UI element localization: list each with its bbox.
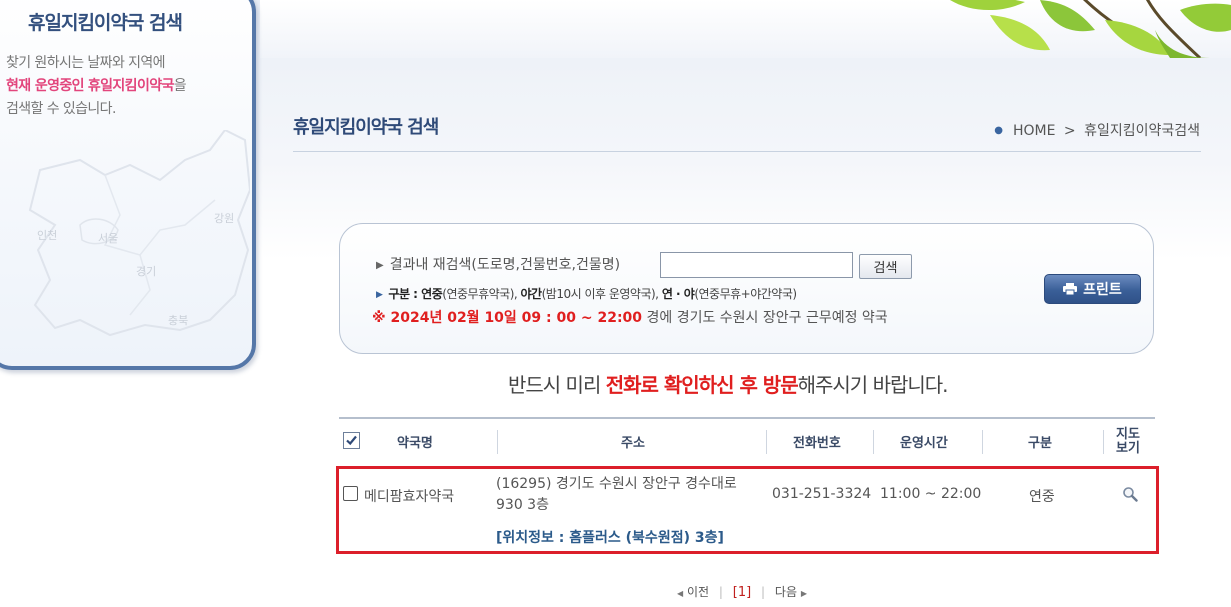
pharmacy-hours: 11:00 ~ 22:00 [880, 486, 982, 502]
table-row [336, 466, 1159, 554]
legend-yeonjung-desc: (연중무휴약국), [442, 287, 521, 301]
triangle-bullet-icon: ▶ [376, 290, 383, 300]
breadcrumb-home-link[interactable]: HOME [1013, 123, 1055, 139]
pager-separator: | [718, 585, 723, 599]
map-label-incheon: 인천 [37, 229, 58, 242]
notice-post: 해주시기 바랍니다. [797, 373, 949, 397]
triangle-bullet-icon: ▶ [376, 260, 384, 271]
research-input[interactable] [660, 252, 853, 278]
legend-both: 연 · 야 [661, 287, 695, 301]
sidebar-desc-highlight-1: 현재 운영중인 [6, 78, 85, 94]
date-condition: ※ 2024년 02월 10일 09 : 00 ~ 22:00 경에 경기도 수… [372, 307, 888, 327]
sidebar-desc-line1: 찾기 원하시는 날짜와 지역에 [6, 55, 166, 71]
header-phone: 전화번호 [793, 436, 841, 451]
header-map-line2: 보기 [1116, 441, 1140, 456]
sidebar-desc-line2: 현재 운영중인 휴일지킴이약국을 [6, 75, 187, 98]
sidebar-desc-tail: 을 [173, 78, 187, 94]
breadcrumb-current: 휴일지킴이약국검색 [1084, 123, 1200, 139]
date-range-text: ※ 2024년 02월 10일 09 : 00 ~ 22:00 [372, 310, 643, 326]
breadcrumb-bullet-icon: ● [994, 125, 1003, 136]
pagination: ◀ 이전 | [1] | 다음 ▶ [677, 583, 807, 600]
next-arrow-icon: ▶ [800, 589, 807, 598]
table-top-border [339, 417, 1155, 419]
print-button[interactable]: 프린트 [1044, 274, 1141, 304]
pharmacy-name: 메디팜효자약국 [364, 489, 455, 505]
notice-highlight: 전화로 확인하신 후 방문 [605, 373, 799, 397]
print-button-label: 프린트 [1083, 282, 1122, 298]
prev-page-link[interactable]: 이전 [687, 585, 709, 599]
map-label-gangwon: 강원 [214, 212, 235, 225]
pharmacy-address: (16295) 경기도 수원시 장안구 경수대로 930 3층 [496, 474, 737, 516]
header-separator [873, 430, 874, 454]
checkmark-icon [346, 435, 357, 446]
region-map: 인천 서울 강원 경기 충북 [10, 128, 252, 340]
header-separator [497, 430, 498, 454]
sidebar-panel: 휴일지킴이약국 검색 찾기 원하시는 날짜와 지역에 현재 운영중인 휴일지킴이… [0, 0, 256, 370]
address-line2: 930 3층 [496, 497, 549, 513]
leaves-decoration [950, 0, 1231, 58]
map-label-chungbuk: 충북 [168, 314, 189, 327]
header-pharmacy-name: 약국명 [397, 436, 433, 451]
location-info: [위치정보 : 홈플러스 (북수원점) 3층] [496, 530, 724, 546]
map-view-button[interactable] [1122, 486, 1138, 502]
header-map-view: 지도 보기 [1116, 428, 1140, 456]
sidebar-description: 찾기 원하시는 날짜와 지역에 현재 운영중인 휴일지킴이약국을 검색할 수 있… [6, 52, 187, 121]
printer-icon [1063, 283, 1078, 295]
header-separator [982, 430, 983, 454]
sidebar-title: 휴일지킴이약국 검색 [28, 12, 183, 34]
research-label-row: ▶ 결과내 재검색(도로명,건물번호,건물명) [376, 254, 620, 274]
select-all-checkbox[interactable] [343, 432, 360, 449]
map-label-seoul: 서울 [98, 232, 119, 245]
magnifier-icon [1123, 487, 1138, 502]
legend-yeonjung: 연중 [421, 287, 443, 301]
breadcrumb: ● HOME > 휴일지킴이약국검색 [994, 120, 1200, 140]
call-ahead-notice: 반드시 미리 전화로 확인하신 후 방문해주시기 바랍니다. [508, 369, 949, 398]
address-line1: (16295) 경기도 수원시 장안구 경수대로 [496, 476, 737, 492]
header-type: 구분 [1028, 436, 1052, 451]
header-separator [766, 430, 767, 454]
search-panel: ▶ 결과내 재검색(도로명,건물번호,건물명) 검색 ▶ 구분 : 연중(연중무휴약… [339, 223, 1154, 354]
header-address: 주소 [621, 436, 645, 451]
type-legend: ▶ 구분 : 연중(연중무휴약국), 야간(밤10시 이후 운영약국), 연 · … [376, 285, 797, 302]
legend-prefix: 구분 : [388, 287, 422, 301]
pager-separator: | [761, 585, 766, 599]
header-divider [293, 151, 1201, 152]
header-hours: 운영시간 [900, 436, 948, 451]
region-condition-text: 경에 경기도 수원시 장안구 근무예정 약국 [642, 310, 888, 326]
map-label-gyeonggi: 경기 [136, 265, 157, 278]
legend-yagan-desc: (밤10시 이후 운영약국), [541, 287, 662, 301]
prev-arrow-icon: ◀ [677, 589, 684, 598]
row-checkbox[interactable] [343, 486, 358, 501]
pharmacy-phone: 031-251-3324 [772, 486, 872, 502]
pharmacy-type: 연중 [1029, 489, 1055, 505]
breadcrumb-separator: > [1063, 123, 1076, 139]
notice-pre: 반드시 미리 [508, 373, 606, 397]
page-title: 휴일지킴이약국 검색 [293, 117, 439, 138]
sidebar-desc-highlight-2: 휴일지킴이약국 [87, 78, 175, 94]
search-button[interactable]: 검색 [859, 254, 912, 279]
legend-both-desc: (연중무휴+야간약국) [694, 287, 797, 301]
research-label: 결과내 재검색(도로명,건물번호,건물명) [389, 257, 621, 273]
legend-yagan: 야간 [520, 287, 543, 301]
sidebar-desc-line3: 검색할 수 있습니다. [6, 101, 116, 117]
header-separator [1103, 430, 1104, 454]
header-map-line1: 지도 [1116, 427, 1140, 442]
next-page-link[interactable]: 다음 [775, 585, 797, 599]
page-1-link[interactable]: [1] [733, 585, 751, 600]
